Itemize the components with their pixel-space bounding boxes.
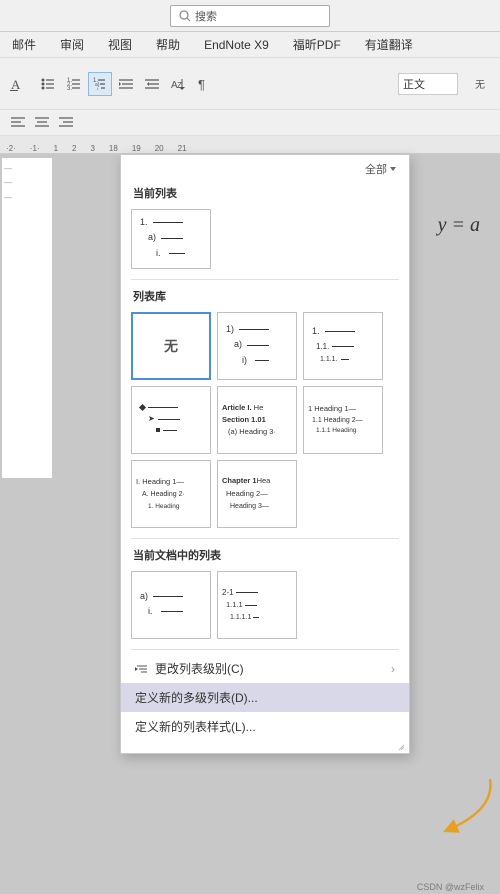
bullet-list-icon[interactable] [36, 72, 60, 96]
svg-text:A: A [11, 77, 21, 92]
ruler-tick: ·2· [6, 144, 16, 153]
list-library-item-2[interactable]: 1. 1.1. 1.1.1. [303, 312, 383, 380]
no-style-label: 无 [164, 336, 178, 357]
section-doc-list-title: 当前文档中的列表 [121, 543, 409, 567]
toolbar-group-list: 1. 2. 3. 1. a) i. [36, 72, 216, 96]
toolbar-row2 [0, 110, 500, 136]
svg-text:i.: i. [97, 86, 99, 91]
menu-review[interactable]: 审阅 [56, 34, 88, 55]
menu-help[interactable]: 帮助 [152, 34, 184, 55]
no-style-button[interactable]: 无 [466, 72, 494, 96]
list-library-item-none[interactable]: 无 [131, 312, 211, 380]
formula-text: y = a [438, 214, 480, 236]
change-list-level-label: 更改列表级别(C) [155, 660, 244, 677]
ruler-tick: 20 [155, 144, 164, 153]
list-library-item-heading1[interactable]: 1 Heading 1— 1.1 Heading 2— 1.1.1 Headin… [303, 386, 383, 454]
panel-header: 全部 [121, 155, 409, 181]
align-center-icon[interactable] [30, 111, 54, 135]
divider1 [131, 279, 399, 280]
toolbar: A 1. 2. 3. [0, 58, 500, 110]
list-library-item-1[interactable]: 1) a) i) [217, 312, 297, 380]
toolbar-right: 正文 无 [398, 72, 494, 96]
menu-view[interactable]: 视图 [104, 34, 136, 55]
formula-area: y = a [438, 214, 480, 237]
define-new-list-style-item[interactable]: 定义新的列表样式(L)... [121, 712, 409, 741]
filter-label: 全部 [365, 161, 387, 177]
menu-foxit[interactable]: 福昕PDF [289, 34, 345, 55]
doc-list-grid: a) i. 2-1 1.1.1 1.1.1.1 [121, 567, 409, 645]
chevron-down-icon [389, 165, 397, 173]
style-box[interactable]: 正文 [398, 73, 458, 95]
multi-level-list-icon[interactable]: 1. a) i. [88, 72, 112, 96]
ruler-tick: 3 [90, 144, 94, 153]
indent-icon [135, 662, 149, 676]
watermark: CSDN @wzFelix [417, 882, 484, 892]
section-current-list-title: 当前列表 [121, 181, 409, 205]
list-library-grid: 无 1) a) i) 1. 1.1. 1.1.1. [121, 308, 409, 386]
change-list-level-item[interactable]: 更改列表级别(C) › [121, 654, 409, 683]
arrow-right-icon: › [391, 662, 395, 676]
doc-list-item-1[interactable]: a) i. [131, 571, 211, 639]
define-list-style-label: 定义新的列表样式(L)... [135, 718, 256, 735]
content-area: — — — y = a 全部 当前列表 1. a) i. [0, 154, 500, 894]
ruler-tick: 18 [109, 144, 118, 153]
list-library-item-bullets[interactable]: ➤ [131, 386, 211, 454]
list-library-item-article[interactable]: Article I. He Section 1.01 (a) Heading 3… [217, 386, 297, 454]
bottom-menu: 更改列表级别(C) › 定义新的多级列表(D)... 定义新的列表样式(L)..… [121, 654, 409, 741]
decrease-indent-icon[interactable] [140, 72, 164, 96]
filter-button[interactable]: 全部 [365, 161, 397, 177]
sort-icon[interactable]: A Z [166, 72, 190, 96]
list-library-row2: ➤ Article I. He Section 1.01 (a) Heading… [121, 386, 409, 460]
menu-bar: 邮件 审阅 视图 帮助 EndNote X9 福昕PDF 有道翻译 [0, 32, 500, 58]
resize-icon [397, 743, 405, 751]
define-new-multilevel-item[interactable]: 定义新的多级列表(D)... [121, 683, 409, 712]
menu-youdao[interactable]: 有道翻译 [361, 34, 417, 55]
search-box[interactable]: 搜索 [170, 5, 330, 27]
ruler-tick: 2 [72, 144, 76, 153]
align-right-icon[interactable] [54, 111, 78, 135]
number-list-icon[interactable]: 1. 2. 3. [62, 72, 86, 96]
style-label: 正文 [403, 76, 425, 92]
ruler-tick: 1 [54, 144, 58, 153]
divider2 [131, 538, 399, 539]
title-bar: 搜索 [0, 0, 500, 32]
menu-endnote[interactable]: EndNote X9 [200, 36, 273, 54]
ruler-tick: 19 [132, 144, 141, 153]
arrow-decoration [430, 774, 490, 834]
align-left-icon[interactable] [6, 111, 30, 135]
doc-page: — — — [2, 158, 52, 478]
font-icon[interactable]: A [6, 72, 30, 96]
menu-mail[interactable]: 邮件 [8, 34, 40, 55]
ruler-tick: 21 [178, 144, 187, 153]
divider3 [131, 649, 399, 650]
dropdown-panel: 全部 当前列表 1. a) i. 列表库 无 1) [120, 154, 410, 754]
list-library-item-chapter[interactable]: Chapter 1Hea Heading 2— Heading 3— [217, 460, 297, 528]
current-list-grid: 1. a) i. [121, 205, 409, 275]
ruler: ·2· ·1· 1 2 3 18 19 20 21 [0, 136, 500, 154]
toolbar-group-font: A [6, 72, 30, 96]
panel-footer [121, 741, 409, 753]
svg-text:¶: ¶ [198, 77, 205, 92]
list-library-row3: I. Heading 1— A. Heading 2· 1. Heading C… [121, 460, 409, 534]
svg-text:3.: 3. [67, 86, 72, 92]
section-list-library-title: 列表库 [121, 284, 409, 308]
paragraph-mark-icon[interactable]: ¶ [192, 72, 216, 96]
define-multilevel-label: 定义新的多级列表(D)... [135, 689, 258, 706]
search-icon [179, 10, 191, 22]
ruler-tick: ·1· [30, 144, 40, 153]
search-label: 搜索 [195, 8, 217, 24]
doc-list-item-2[interactable]: 2-1 1.1.1 1.1.1.1 [217, 571, 297, 639]
increase-indent-icon[interactable] [114, 72, 138, 96]
current-list-item[interactable]: 1. a) i. [131, 209, 211, 269]
list-library-item-roman[interactable]: I. Heading 1— A. Heading 2· 1. Heading [131, 460, 211, 528]
